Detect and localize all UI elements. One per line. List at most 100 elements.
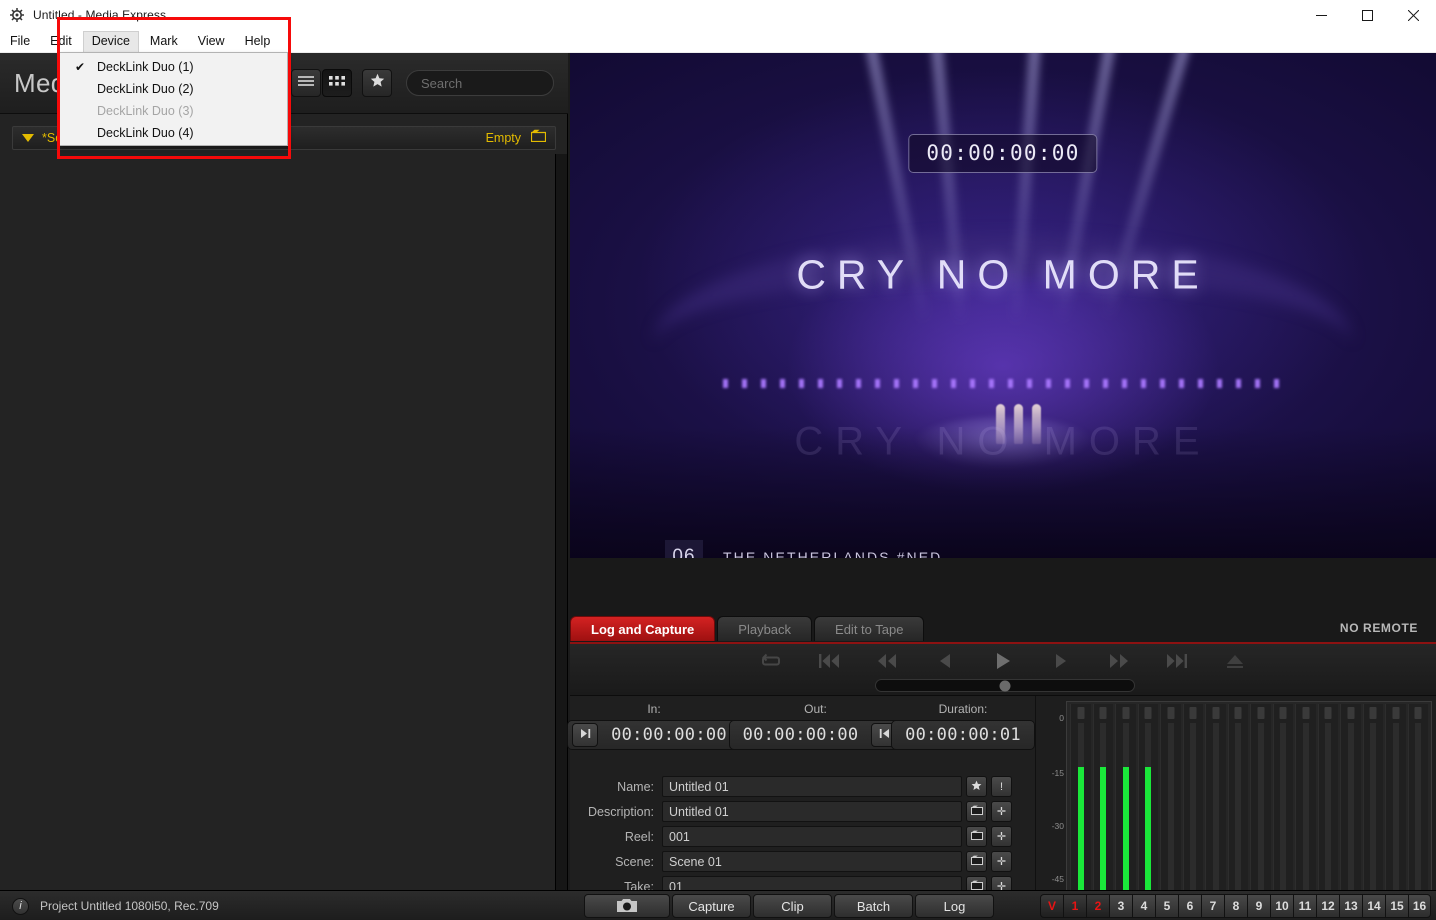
out-field[interactable]: 00:00:00:00: [728, 720, 903, 750]
menu-help[interactable]: Help: [236, 31, 280, 52]
fast-forward-button[interactable]: [1104, 647, 1134, 675]
channel-button-7[interactable]: 7: [1201, 894, 1224, 918]
channel-button-13[interactable]: 13: [1339, 894, 1362, 918]
clip-button[interactable]: Clip: [753, 894, 832, 918]
meter-channel: [1092, 704, 1113, 920]
device-menu-item-3-label: DeckLink Duo (3): [97, 104, 194, 118]
meter-channel: [1295, 704, 1316, 920]
close-button[interactable]: [1390, 0, 1436, 30]
favorites-button[interactable]: [362, 69, 392, 97]
rewind-button[interactable]: [872, 647, 902, 675]
device-menu-item-4[interactable]: DeckLink Duo (4): [60, 122, 287, 144]
scene-label: Scene:: [615, 854, 654, 869]
out-timecode[interactable]: 00:00:00:00: [732, 725, 870, 745]
channel-button-3[interactable]: 3: [1109, 894, 1132, 918]
snapshot-button[interactable]: [584, 894, 670, 918]
in-timecode[interactable]: 00:00:00:00: [600, 725, 738, 745]
tab-log-and-capture[interactable]: Log and Capture: [570, 616, 716, 641]
channel-button-4[interactable]: 4: [1132, 894, 1155, 918]
meter-channel: [1362, 704, 1383, 920]
meter-peak-indicator: [1279, 707, 1287, 719]
name-favorite-button[interactable]: [966, 776, 987, 797]
skip-forward-button[interactable]: [1162, 647, 1192, 675]
scrub-slider[interactable]: [875, 679, 1135, 692]
scrub-handle[interactable]: [999, 680, 1011, 691]
transport-buttons: [570, 646, 1436, 676]
meter-peak-indicator: [1369, 707, 1377, 719]
device-menu-item-2[interactable]: DeckLink Duo (2): [60, 78, 287, 100]
meter-tick-45: -45: [1051, 873, 1064, 884]
description-field[interactable]: Untitled 01: [662, 801, 962, 822]
out-group: Out: 00:00:00:00: [728, 702, 903, 750]
maximize-button[interactable]: [1344, 0, 1390, 30]
preview-ghost-title: CRY NO MORE: [794, 419, 1212, 464]
name-flag-button[interactable]: !: [991, 776, 1012, 797]
step-forward-button[interactable]: [1046, 647, 1076, 675]
capture-button[interactable]: Capture: [672, 894, 751, 918]
minimize-button[interactable]: [1298, 0, 1344, 30]
folder-icon: [970, 830, 983, 843]
form-row-description: Description: Untitled 01 ✛: [570, 799, 1036, 824]
reel-add-button[interactable]: ✛: [991, 826, 1012, 847]
in-field[interactable]: 00:00:00:00: [567, 720, 741, 750]
menu-mark[interactable]: Mark: [141, 31, 187, 52]
folder-icon: [970, 855, 983, 868]
scene-folder-button[interactable]: [966, 851, 987, 872]
menu-file[interactable]: File: [1, 31, 39, 52]
scene-field[interactable]: Scene 01: [662, 851, 962, 872]
video-preview[interactable]: CRY NO MORE CRY NO MORE 06 THE NETHERLAN…: [570, 53, 1436, 558]
channel-button-1[interactable]: 1: [1063, 894, 1086, 918]
channel-button-16[interactable]: 16: [1408, 894, 1431, 918]
info-icon[interactable]: i: [12, 897, 29, 915]
duration-timecode[interactable]: 00:00:00:01: [894, 725, 1032, 745]
meter-channels: [1066, 701, 1432, 920]
reel-field[interactable]: 001: [662, 826, 962, 847]
play-button[interactable]: [988, 647, 1018, 675]
log-button[interactable]: Log: [915, 894, 994, 918]
duration-label: Duration:: [938, 702, 988, 716]
menu-edit[interactable]: Edit: [41, 31, 81, 52]
meter-channel: [1317, 704, 1338, 920]
channel-button-14[interactable]: 14: [1362, 894, 1385, 918]
triangle-down-icon[interactable]: [22, 134, 34, 142]
form-row-name: Name: Untitled 01 !: [570, 774, 1036, 799]
menu-device[interactable]: Device: [82, 30, 139, 52]
checkmark-icon: ✔: [74, 60, 86, 74]
channel-button-6[interactable]: 6: [1178, 894, 1201, 918]
tab-edit-to-tape[interactable]: Edit to Tape: [814, 616, 925, 641]
menubar: File Edit Device Mark View Help: [0, 30, 1436, 53]
channel-button-15[interactable]: 15: [1385, 894, 1408, 918]
tab-playback[interactable]: Playback: [717, 616, 813, 641]
meter-peak-indicator: [1189, 707, 1197, 719]
step-back-button[interactable]: [930, 647, 960, 675]
meter-tick-0: 0: [1059, 712, 1064, 723]
window-titlebar: Untitled - Media Express: [0, 0, 1436, 30]
name-field[interactable]: Untitled 01: [662, 776, 962, 797]
list-view-button[interactable]: [291, 69, 321, 97]
channel-button-9[interactable]: 9: [1247, 894, 1270, 918]
channel-button-8[interactable]: 8: [1224, 894, 1247, 918]
channel-button-10[interactable]: 10: [1270, 894, 1293, 918]
duration-field[interactable]: 00:00:00:01: [891, 720, 1035, 750]
mark-in-button[interactable]: [572, 723, 599, 747]
channel-button-12[interactable]: 12: [1316, 894, 1339, 918]
reel-folder-button[interactable]: [966, 826, 987, 847]
loop-button[interactable]: [756, 647, 786, 675]
channel-button-2[interactable]: 2: [1086, 894, 1109, 918]
menu-view[interactable]: View: [189, 31, 234, 52]
channel-button-5[interactable]: 5: [1155, 894, 1178, 918]
device-menu-item-1[interactable]: ✔ DeckLink Duo (1): [60, 56, 287, 78]
bin-content-area[interactable]: [0, 154, 556, 890]
description-folder-button[interactable]: [966, 801, 987, 822]
channel-button-v[interactable]: V: [1040, 894, 1063, 918]
batch-button[interactable]: Batch: [834, 894, 913, 918]
scene-add-button[interactable]: ✛: [991, 851, 1012, 872]
search-input[interactable]: Search: [406, 70, 554, 96]
skip-back-button[interactable]: [814, 647, 844, 675]
bin-scrollbar[interactable]: [555, 154, 567, 890]
description-add-button[interactable]: ✛: [991, 801, 1012, 822]
meter-channel: [1137, 704, 1158, 920]
grid-view-button[interactable]: [322, 69, 352, 97]
channel-button-11[interactable]: 11: [1293, 894, 1316, 918]
eject-button[interactable]: [1220, 647, 1250, 675]
